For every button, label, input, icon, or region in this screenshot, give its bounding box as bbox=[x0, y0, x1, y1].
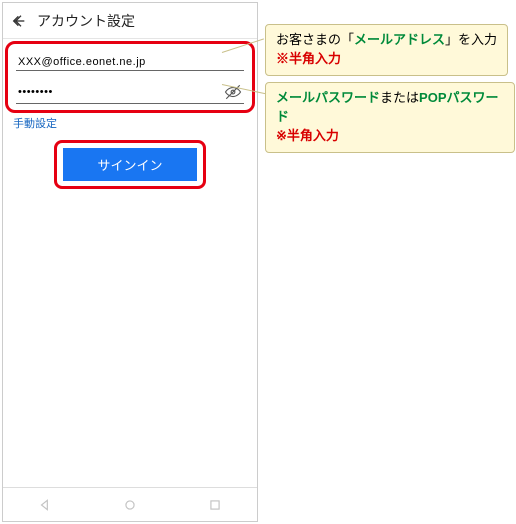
signin-highlight: サインイン bbox=[54, 140, 205, 189]
nav-back-icon[interactable] bbox=[38, 498, 52, 512]
android-nav-bar bbox=[3, 487, 257, 521]
callout-text: 」を入力 bbox=[445, 32, 497, 47]
nav-recent-icon[interactable] bbox=[208, 498, 222, 512]
signin-button[interactable]: サインイン bbox=[63, 148, 196, 181]
page-title: アカウント設定 bbox=[37, 11, 135, 31]
email-field[interactable] bbox=[18, 56, 242, 68]
callout-emphasis: メールアドレス bbox=[354, 32, 445, 47]
callout-note: ※半角入力 bbox=[276, 128, 339, 143]
callout-text: または bbox=[380, 90, 419, 105]
back-icon[interactable] bbox=[11, 13, 27, 29]
credentials-form bbox=[5, 41, 255, 113]
nav-home-icon[interactable] bbox=[123, 498, 137, 512]
callout-email: お客さまの「メールアドレス」を入力 ※半角入力 bbox=[265, 24, 508, 76]
callout-text: お客さまの「 bbox=[276, 32, 354, 47]
password-field-row bbox=[16, 77, 244, 104]
callout-password: メールパスワードまたはPOPパスワード ※半角入力 bbox=[265, 82, 515, 153]
callout-emphasis: メールパスワード bbox=[276, 90, 380, 105]
email-field-row bbox=[16, 50, 244, 71]
password-field[interactable] bbox=[18, 86, 220, 98]
manual-setup-link[interactable]: 手動設定 bbox=[3, 113, 57, 131]
phone-frame: アカウント設定 手動設定 サインイン bbox=[2, 2, 258, 522]
title-bar: アカウント設定 bbox=[3, 3, 257, 39]
callout-note: ※半角入力 bbox=[276, 51, 341, 66]
signin-area: サインイン bbox=[3, 140, 257, 189]
